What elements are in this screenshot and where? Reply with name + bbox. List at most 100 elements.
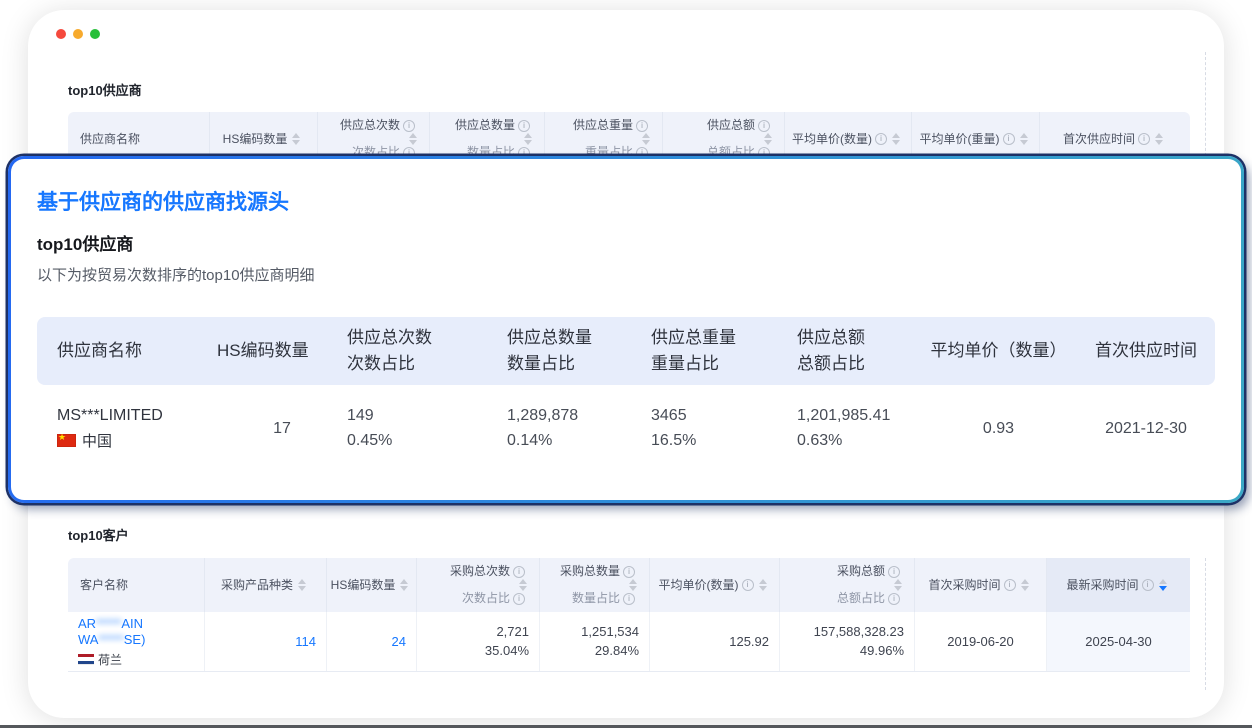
data-cell: 125.92 [650,612,780,671]
minimize-button[interactable] [73,29,83,39]
data-cell: 1,251,53429.84% [540,612,650,671]
close-button[interactable] [56,29,66,39]
sort-icon[interactable] [642,133,650,145]
info-icon[interactable]: i [1138,133,1150,145]
sort-down-icon [298,586,306,591]
redacted-text: ***** [98,632,123,647]
customer-table-row: AR*****AINWA*****SE) 荷兰 114 24 2,72135.04%1,… [68,612,1190,672]
header-label: HS编码数量 [331,578,396,593]
header-sort-row [322,133,425,145]
header-label-row: 采购产品种类 [209,578,322,593]
cell-value: 0.63% [797,429,916,452]
info-icon[interactable]: i [742,579,754,591]
table-scroll-divider [1205,558,1206,690]
header-label: 平均单价(数量) [792,132,872,147]
sort-icon[interactable] [292,133,300,145]
info-icon[interactable]: i [518,120,530,132]
header-label: 最新采购时间 [1066,578,1138,593]
name-text: SE) [124,632,146,647]
sort-icon[interactable] [298,579,306,591]
sort-down-icon [292,140,300,145]
header-sublabel: 次数占比 [347,351,507,377]
overlay-supplier-table-row: MS***LIMITED ★中国 17 1490.45%1,289,8780.14%3… [37,385,1215,471]
callout-section-title: top10供应商 [37,233,1215,257]
info-icon[interactable]: i [1003,133,1015,145]
header-label-row: 平均单价(数量)i [654,578,775,593]
cell-value: 2021-12-30 [1105,417,1187,440]
info-icon[interactable]: i [888,593,900,605]
cell-value: 17 [273,417,291,440]
header-label-row: 供应总数量i [434,118,540,133]
header-label: 供应总次数 [340,118,400,133]
sort-icon[interactable] [1021,579,1029,591]
cell-value: 29.84% [595,642,639,660]
data-cell: 0.93 [916,417,1081,440]
info-icon[interactable]: i [623,566,635,578]
header-sublabel: 总额占比 [797,351,916,377]
data-cell: 1490.45% [347,404,507,452]
info-icon[interactable]: i [1004,579,1016,591]
header-sort-row [434,133,540,145]
info-icon[interactable]: i [513,566,525,578]
sort-up-icon [642,133,650,138]
sort-icon[interactable] [1159,579,1167,591]
sort-icon[interactable] [764,133,772,145]
sort-icon[interactable] [519,579,527,591]
sort-icon[interactable] [1020,133,1028,145]
cell-value: 49.96% [860,642,904,660]
sort-up-icon [1155,133,1163,138]
cell-value: 0.45% [347,429,507,452]
sort-icon[interactable] [409,133,417,145]
header-label-row: 供应总额i [667,118,780,133]
sort-icon[interactable] [524,133,532,145]
data-cell[interactable]: 24 [327,612,417,671]
info-icon[interactable]: i [623,593,635,605]
cell-value: 24 [392,633,406,651]
entity-name-line: MS***LIMITED [57,405,217,427]
header-label-row: 供应总重量i [549,118,658,133]
info-icon[interactable]: i [1142,579,1154,591]
entity-name[interactable]: AR*****AINWA*****SE) [78,616,194,648]
entity-cell: AR*****AINWA*****SE) 荷兰 [68,612,205,671]
sort-up-icon [292,133,300,138]
info-icon[interactable]: i [403,120,415,132]
data-cell: 346516.5% [651,404,797,452]
sort-icon[interactable] [1155,133,1163,145]
header-label: 平均单价(重量) [920,132,1000,147]
info-icon[interactable]: i [636,120,648,132]
header-sort-row [784,579,910,591]
column-header: 采购产品种类 [205,558,327,612]
customer-table-header: 客户名称采购产品种类HS编码数量采购总次数i次数占比i采购总数量i数量占比i平均… [68,558,1190,612]
info-icon[interactable]: i [758,120,770,132]
zoom-button[interactable] [90,29,100,39]
header-sublabel-row: 总额占比i [784,591,910,606]
sort-icon[interactable] [892,133,900,145]
entity-cell: MS***LIMITED ★中国 [57,405,217,451]
data-cell: 1,289,8780.14% [507,404,651,452]
cell-value: 125.92 [729,633,769,651]
sort-up-icon [409,133,417,138]
info-icon[interactable]: i [875,133,887,145]
country-name: 荷兰 [98,651,122,668]
header-label-row: 采购总额i [784,564,910,579]
sort-icon[interactable] [759,579,767,591]
sort-up-icon [519,579,527,584]
sort-down-icon [892,140,900,145]
header-sort-row [421,579,535,591]
netherlands-flag-icon [78,654,94,665]
info-icon[interactable]: i [888,566,900,578]
supplier-section-title: top10供应商 [68,80,142,99]
header-label: 供应总额 [707,118,755,133]
info-icon[interactable]: i [513,593,525,605]
sort-icon[interactable] [400,579,408,591]
sort-icon[interactable] [894,579,902,591]
sort-up-icon [1159,579,1167,584]
column-header: HS编码数量 [327,558,417,612]
sort-icon[interactable] [629,579,637,591]
data-cell: 2,72135.04% [417,612,540,671]
header-label-row: 最新采购时间 i [1051,578,1186,593]
country-row: ★中国 [57,430,217,451]
data-cell[interactable]: 114 [205,612,327,671]
overlay-column-header: HS编码数量 [217,338,347,364]
sort-down-icon [759,586,767,591]
